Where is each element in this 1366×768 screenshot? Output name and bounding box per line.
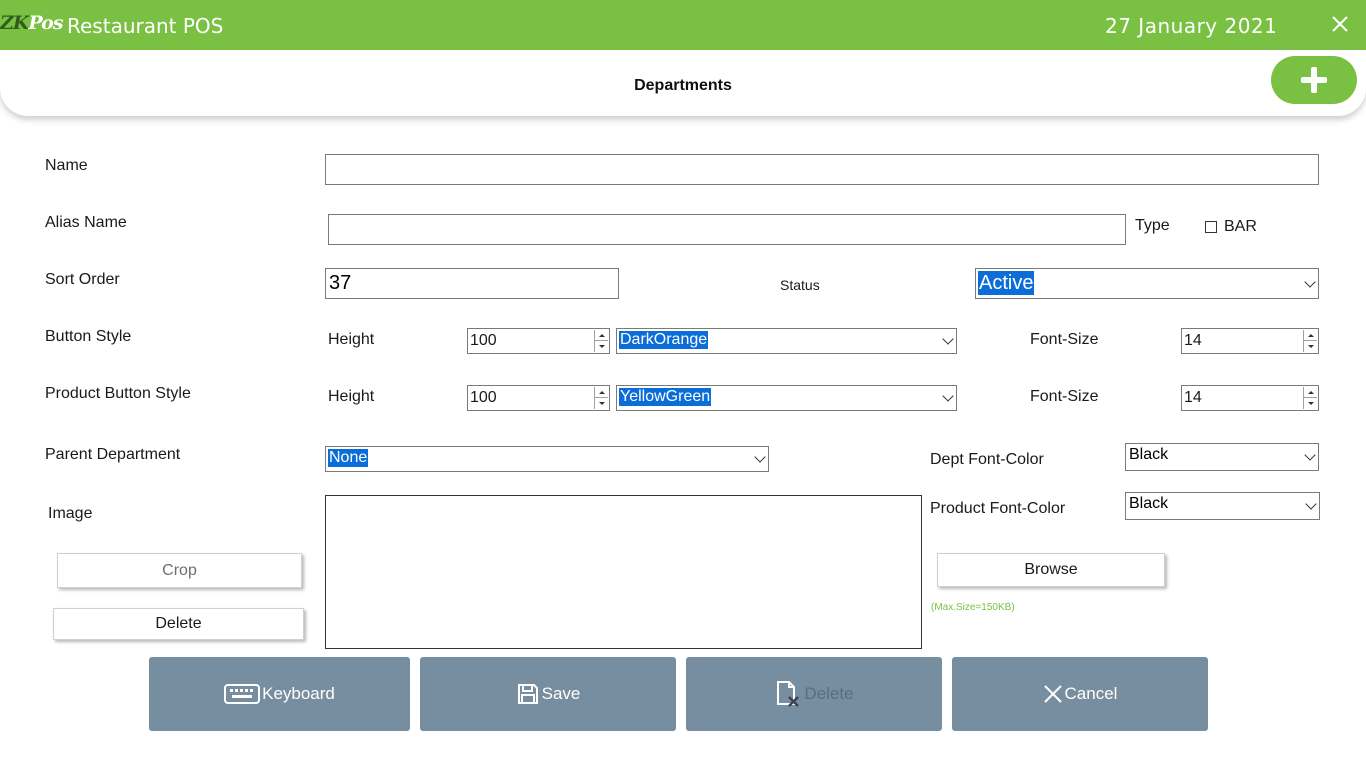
- page-title: Departments: [634, 77, 732, 94]
- status-value: Active: [978, 271, 1035, 295]
- parent-department-value: None: [328, 449, 369, 467]
- cancel-button-label: Cancel: [1064, 684, 1118, 703]
- chevron-down-icon: [1305, 498, 1317, 510]
- chevron-down-icon: [1304, 449, 1316, 461]
- keyboard-icon: [224, 684, 261, 704]
- keyboard-button[interactable]: Keyboard: [149, 657, 410, 731]
- alias-name-input[interactable]: [328, 214, 1126, 245]
- dept-font-color-value: Black: [1129, 446, 1169, 463]
- button-style-label: Button Style: [45, 328, 132, 345]
- sort-order-label: Sort Order: [45, 271, 120, 288]
- parent-department-select[interactable]: None: [325, 446, 769, 472]
- chevron-down-icon: [942, 390, 954, 402]
- spin-up-icon[interactable]: [1304, 330, 1317, 341]
- button-color-value: DarkOrange: [619, 331, 709, 349]
- product-color-value: YellowGreen: [619, 388, 712, 406]
- delete-button[interactable]: Delete: [686, 657, 942, 731]
- status-label: Status: [780, 277, 820, 293]
- dept-font-color-select[interactable]: Black: [1125, 443, 1319, 471]
- cancel-button[interactable]: Cancel: [952, 657, 1208, 731]
- product-height-label: Height: [328, 388, 375, 405]
- save-button-label: Save: [541, 684, 581, 703]
- name-label: Name: [45, 157, 88, 174]
- browse-button[interactable]: Browse: [937, 553, 1165, 587]
- bar-checkbox-label[interactable]: BAR: [1224, 218, 1257, 236]
- product-color-select[interactable]: YellowGreen: [616, 385, 957, 411]
- zkpos-logo: ZKPos: [0, 12, 64, 34]
- product-height-value: 100: [470, 389, 497, 406]
- close-icon[interactable]: [1326, 10, 1354, 38]
- delete-button-label: Delete: [804, 684, 854, 703]
- add-department-button[interactable]: [1271, 56, 1357, 104]
- button-font-size-spin: [1303, 330, 1317, 352]
- button-height-value: 100: [470, 332, 497, 349]
- spin-down-icon[interactable]: [1304, 398, 1317, 409]
- bar-checkbox[interactable]: [1205, 221, 1217, 233]
- product-font-size-label: Font-Size: [1030, 388, 1099, 405]
- product-font-size-value: 14: [1184, 389, 1202, 406]
- spin-up-icon[interactable]: [1304, 387, 1317, 398]
- image-preview: [325, 495, 922, 649]
- product-button-style-label: Product Button Style: [45, 385, 191, 402]
- delete-image-button[interactable]: Delete: [53, 608, 304, 640]
- spin-up-icon[interactable]: [595, 330, 608, 341]
- product-font-size-stepper[interactable]: 14: [1181, 385, 1319, 411]
- save-icon: [517, 684, 538, 704]
- spin-down-icon[interactable]: [595, 341, 608, 352]
- button-height-label: Height: [328, 331, 375, 348]
- image-label: Image: [48, 505, 93, 522]
- product-font-color-label: Product Font-Color: [930, 500, 1066, 517]
- status-select[interactable]: Active: [975, 268, 1319, 299]
- max-size-hint: (Max.Size=150KB): [931, 602, 1015, 613]
- product-font-color-value: Black: [1129, 495, 1169, 512]
- parent-department-label: Parent Department: [45, 446, 181, 463]
- button-color-select[interactable]: DarkOrange: [616, 328, 957, 354]
- spin-down-icon[interactable]: [1304, 341, 1317, 352]
- chevron-down-icon: [942, 333, 954, 345]
- sort-order-input[interactable]: 37: [325, 268, 619, 299]
- chevron-down-icon: [754, 451, 766, 463]
- spin-down-icon[interactable]: [595, 398, 608, 409]
- dept-font-color-label: Dept Font-Color: [930, 451, 1044, 468]
- button-font-size-label: Font-Size: [1030, 331, 1099, 348]
- type-label: Type: [1135, 217, 1170, 234]
- crop-button[interactable]: Crop: [57, 553, 302, 588]
- alias-name-label: Alias Name: [45, 214, 127, 231]
- logo-pos-text: Pos: [28, 12, 63, 34]
- product-font-color-select[interactable]: Black: [1125, 492, 1320, 520]
- button-height-stepper[interactable]: 100: [467, 328, 610, 354]
- cancel-icon: [1043, 685, 1062, 703]
- product-font-size-spin: [1303, 387, 1317, 409]
- name-input[interactable]: [325, 154, 1319, 185]
- logo-zk-text: ZK: [0, 12, 29, 34]
- current-date: 27 January 2021: [1105, 14, 1278, 38]
- product-height-stepper[interactable]: 100: [467, 385, 610, 411]
- chevron-down-icon: [1304, 275, 1316, 288]
- app-title: Restaurant POS: [67, 14, 224, 38]
- departments-window: ZKPos Restaurant POS 27 January 2021 Dep…: [0, 0, 1366, 768]
- spin-up-icon[interactable]: [595, 387, 608, 398]
- file-delete-icon: [777, 681, 800, 707]
- save-button[interactable]: Save: [420, 657, 676, 731]
- button-font-size-value: 14: [1184, 332, 1202, 349]
- product-height-spin: [594, 387, 608, 409]
- button-height-spin: [594, 330, 608, 352]
- button-font-size-stepper[interactable]: 14: [1181, 328, 1319, 354]
- keyboard-button-label: Keyboard: [262, 684, 335, 703]
